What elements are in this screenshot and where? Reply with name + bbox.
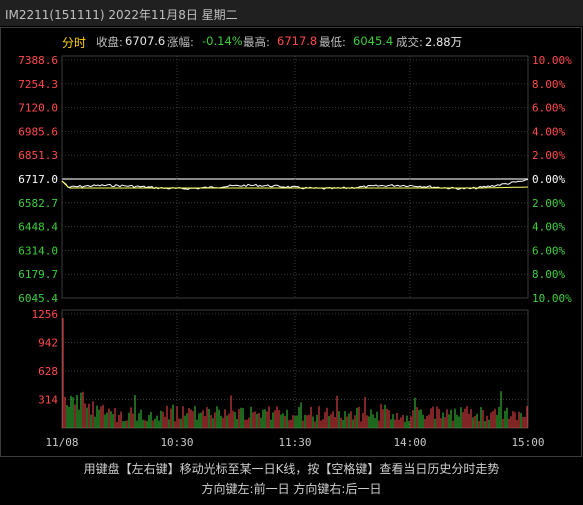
time-tick-label: 11/08 bbox=[45, 436, 78, 449]
time-tick-label: 14:00 bbox=[393, 436, 426, 449]
price-tick-label: 6179.7 bbox=[18, 268, 58, 281]
price-tick-label: 6717.0 bbox=[18, 173, 58, 186]
pct-tick-label: 6.00% bbox=[532, 102, 565, 115]
volume-tick-label: 628 bbox=[38, 365, 58, 378]
pct-tick-label: 4.00% bbox=[532, 125, 565, 138]
price-tick-label: 6045.4 bbox=[18, 292, 58, 305]
time-tick-label: 15:00 bbox=[511, 436, 544, 449]
pct-tick-label: 4.00% bbox=[532, 221, 565, 234]
pct-tick-label: 2.00% bbox=[532, 197, 565, 210]
time-tick-label: 11:30 bbox=[278, 436, 311, 449]
pct-tick-label: 2.00% bbox=[532, 149, 565, 162]
price-tick-label: 6582.7 bbox=[18, 197, 58, 210]
pct-tick-label: 0.00% bbox=[532, 173, 565, 186]
footer-hint-2: 方向键左:前一日 方向键右:后一日 bbox=[201, 482, 382, 496]
volume-panel bbox=[61, 309, 529, 429]
volume-tick-label: 1256 bbox=[32, 308, 59, 321]
price-tick-label: 6985.6 bbox=[18, 125, 58, 138]
time-tick-label: 10:30 bbox=[160, 436, 193, 449]
pct-tick-label: 8.00% bbox=[532, 268, 565, 281]
volume-tick-label: 314 bbox=[38, 394, 58, 407]
pct-tick-label: 10.00% bbox=[532, 54, 572, 67]
pct-tick-label: 8.00% bbox=[532, 78, 565, 91]
price-tick-label: 7254.3 bbox=[18, 78, 58, 91]
price-tick-label: 6448.4 bbox=[18, 221, 58, 234]
intraday-chart[interactable]: 7388.6 10.00% 7254.3 8.00% 7120.0 6.00% 6985.6… bbox=[0, 0, 583, 460]
pct-tick-label: 10.00% bbox=[532, 292, 572, 305]
price-tick-label: 7120.0 bbox=[18, 102, 58, 115]
price-tick-label: 6851.3 bbox=[18, 149, 58, 162]
price-tick-label: 7388.6 bbox=[18, 54, 58, 67]
footer-hint-1: 用键盘【左右键】移动光标至某一日K线，按【空格键】查看当日历史分时走势 bbox=[83, 462, 500, 476]
pct-tick-label: 6.00% bbox=[532, 244, 565, 257]
volume-tick-label: 942 bbox=[38, 337, 58, 350]
price-tick-label: 6314.0 bbox=[18, 244, 58, 257]
